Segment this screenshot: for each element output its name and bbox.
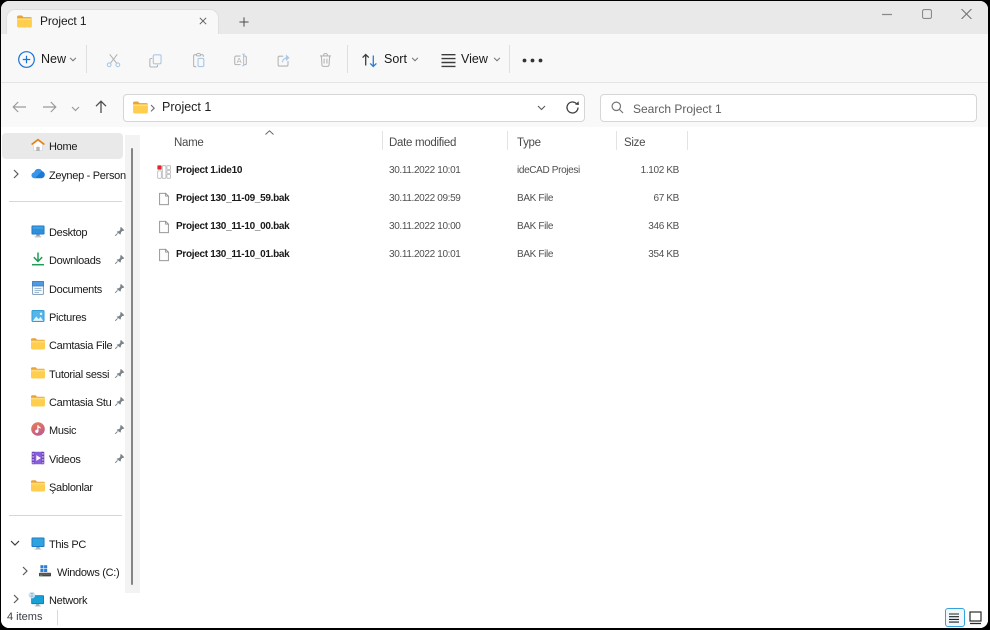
svg-text:A: A: [237, 56, 242, 65]
